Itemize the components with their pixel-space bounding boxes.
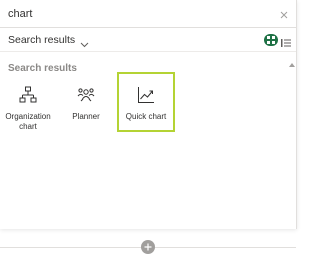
close-icon[interactable] — [278, 8, 290, 20]
search-results-heading: Search results — [8, 63, 77, 74]
search-input[interactable] — [8, 6, 258, 22]
plus-icon — [144, 243, 152, 251]
line-chart-icon — [137, 86, 155, 104]
planner-icon — [77, 86, 95, 104]
add-webpart-button[interactable] — [141, 240, 155, 254]
view-toggle — [264, 33, 292, 47]
tile-label: Quick chart — [125, 112, 167, 121]
tile-organization-chart[interactable]: Organization chart — [2, 80, 54, 136]
chevron-down-icon — [80, 36, 89, 47]
list-icon — [281, 39, 291, 47]
webpart-picker-panel: Search results — [0, 0, 297, 229]
results-filter-dropdown[interactable]: Search results — [8, 33, 89, 47]
results-filter-label: Search results — [8, 34, 76, 46]
tile-label: Planner — [72, 112, 100, 121]
tile-label: Organization chart — [5, 112, 51, 131]
grid-view-button[interactable] — [264, 34, 278, 46]
search-row — [0, 0, 296, 28]
scroll-down-icon[interactable] — [289, 222, 295, 227]
grid-icon — [267, 36, 275, 44]
scroll-up-icon[interactable] — [289, 54, 295, 67]
results-scrollbar[interactable] — [287, 52, 296, 229]
tile-quick-chart[interactable]: Quick chart — [117, 72, 175, 132]
org-chart-icon — [19, 86, 37, 104]
filter-row: Search results — [0, 28, 296, 52]
list-view-button[interactable] — [281, 35, 291, 47]
tile-planner[interactable]: Planner — [60, 80, 112, 136]
